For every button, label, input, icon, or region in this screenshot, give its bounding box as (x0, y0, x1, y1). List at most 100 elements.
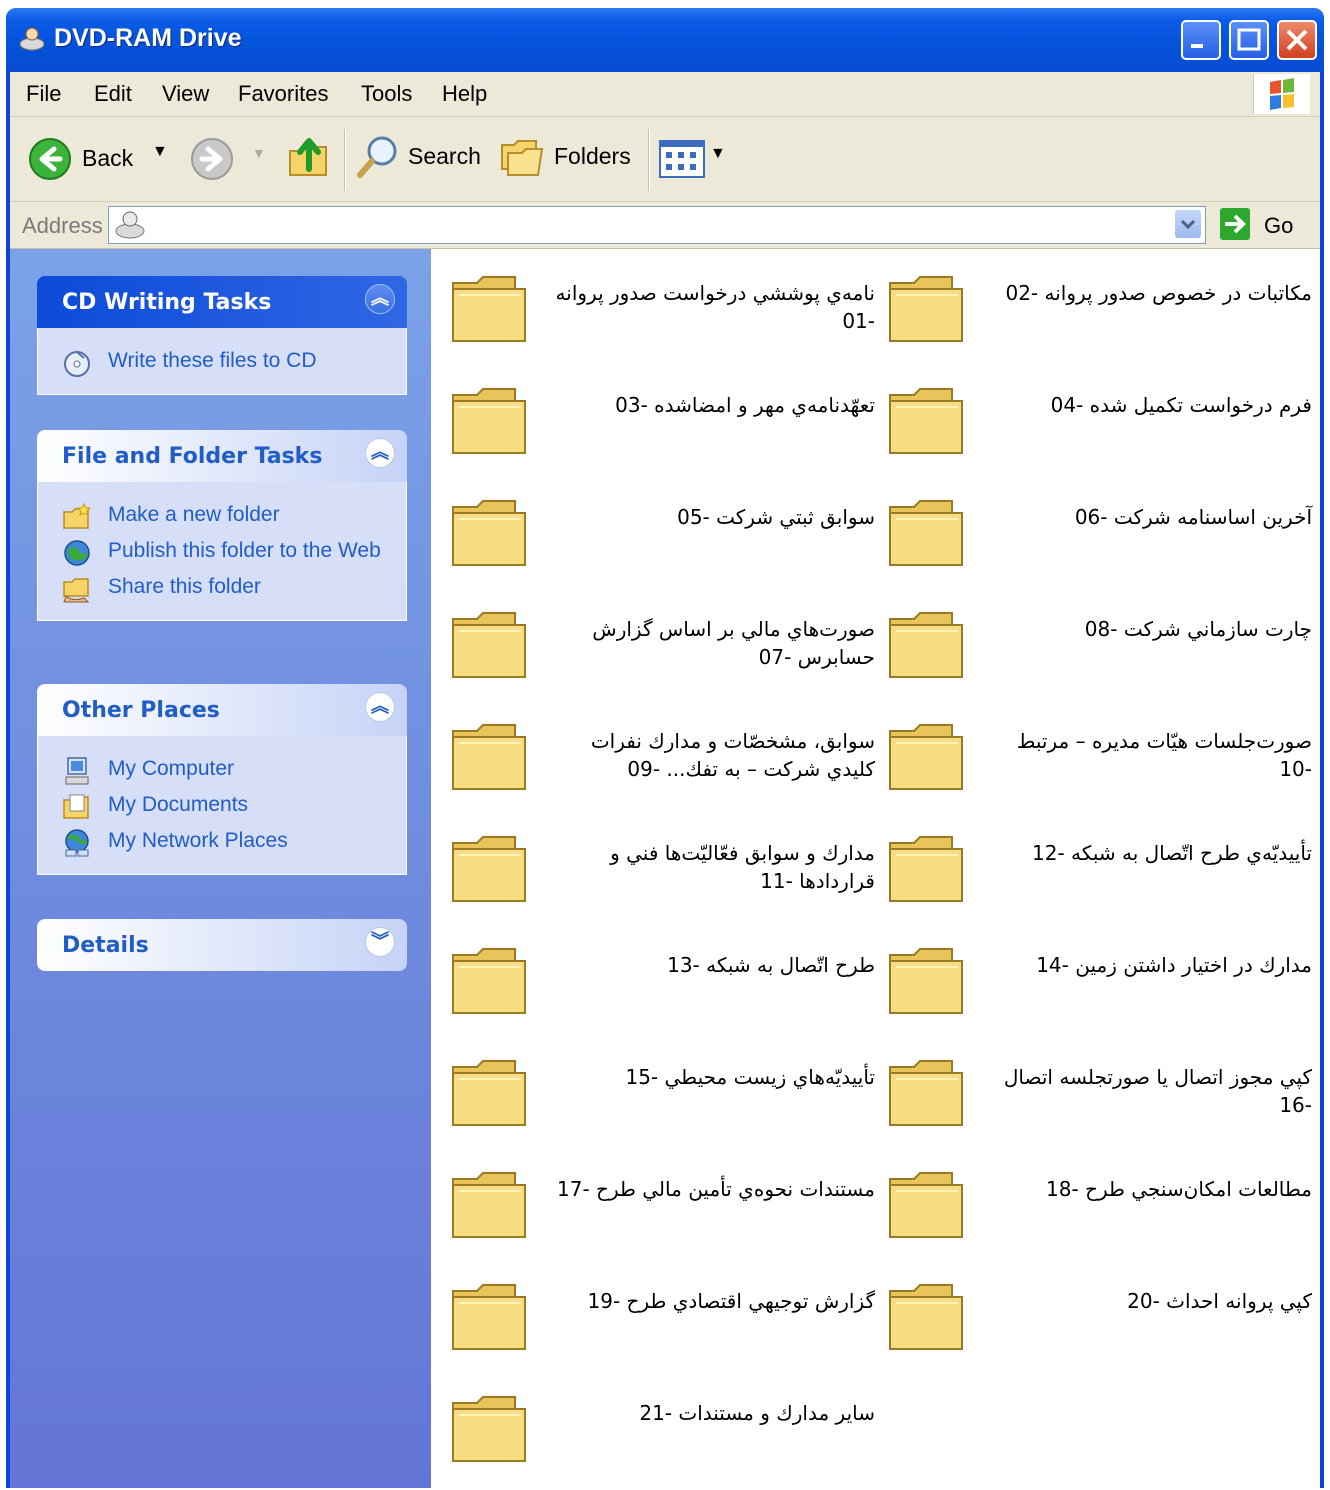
folders-button[interactable]: Folders (498, 133, 638, 183)
folder-item[interactable]: تأييديّه‌ي طرح اتّصال به شبكه -12 (886, 831, 1316, 921)
details-panel: Details ︾ (37, 919, 407, 971)
back-label: Back (82, 145, 134, 171)
content-area: CD Writing Tasks ︽ Write these files to … (10, 249, 1320, 1488)
my-network-places-label: My Network Places (108, 829, 288, 852)
standard-toolbar: Back ▼ ▼ Search Folders ▼ (10, 117, 1320, 202)
collapse-icon[interactable]: ︽ (365, 438, 395, 468)
cd-write-icon (64, 351, 90, 377)
folder-item[interactable]: تعهّدنامه‌ي مهر و امضاشده -03 (449, 383, 879, 473)
make-new-folder-link[interactable]: Make a new folder (38, 502, 406, 530)
folder-icon (452, 836, 526, 902)
folder-icon (452, 388, 526, 454)
folder-item[interactable]: تأييديّه‌هاي زيست محيطي -15 (449, 1055, 879, 1145)
windows-flag-icon (1270, 78, 1294, 110)
my-network-places-link[interactable]: My Network Places (38, 828, 406, 857)
forward-arrow-icon[interactable] (190, 137, 234, 181)
windows-logo (1253, 74, 1310, 114)
folder-name: مدارك و سوابق فعّاليّت‌ها فني و قرارداده… (610, 841, 875, 893)
folder-item[interactable]: كپي مجوز اتصال يا صورتجلسه اتصال -16 (886, 1055, 1316, 1145)
address-bar: Address Go (10, 202, 1320, 249)
make-new-folder-label: Make a new folder (108, 503, 280, 526)
share-folder-link[interactable]: Share this folder (38, 574, 406, 603)
up-folder-icon[interactable] (286, 135, 332, 181)
address-input[interactable] (108, 206, 1206, 244)
folder-icon (452, 1060, 526, 1126)
my-documents-icon (63, 794, 89, 819)
globe-publish-icon (64, 540, 90, 566)
task-pane: CD Writing Tasks ︽ Write these files to … (10, 249, 431, 1488)
search-button[interactable]: Search (354, 133, 484, 183)
folder-item[interactable]: صورت‌هاي مالي بر اساس گزارش حسابرس -07 (449, 607, 879, 697)
forward-dropdown-icon[interactable]: ▼ (252, 145, 266, 161)
folder-name: صورت‌هاي مالي بر اساس گزارش حسابرس -07 (592, 617, 875, 669)
folder-item[interactable]: سوابق، مشخصّات و مدارك نفرات كليدي شركت … (449, 719, 879, 809)
title-bar[interactable]: DVD-RAM Drive (6, 8, 1324, 72)
folder-item[interactable]: مدارك در اختيار داشتن زمين -14 (886, 943, 1316, 1033)
dvd-drive-icon (19, 27, 45, 51)
maximize-icon (1237, 28, 1261, 51)
go-button[interactable] (1220, 208, 1250, 240)
minimize-button[interactable] (1181, 20, 1221, 60)
other-places-header[interactable]: Other Places ︽ (37, 684, 407, 736)
my-documents-link[interactable]: My Documents (38, 792, 406, 820)
folder-item[interactable]: مستندات نحوه‌ي تأمين مالي طرح -17 (449, 1167, 879, 1257)
folder-icon (452, 612, 526, 678)
file-folder-tasks-header[interactable]: File and Folder Tasks ︽ (37, 430, 407, 482)
back-dropdown-icon[interactable]: ▼ (152, 143, 168, 161)
menu-file[interactable]: File (26, 81, 61, 107)
file-list-view: نامه‌ي پوششي درخواست صدور پروانه -01 مكا… (431, 249, 1320, 1488)
maximize-button[interactable] (1229, 20, 1269, 60)
window-title: DVD-RAM Drive (54, 24, 242, 52)
go-arrow-icon (1225, 214, 1246, 234)
folder-item[interactable]: طرح اتّصال به شبكه -13 (449, 943, 879, 1033)
collapse-icon[interactable]: ︽ (365, 284, 395, 314)
folder-icon (452, 500, 526, 566)
folder-item[interactable]: چارت سازماني شركت -08 (886, 607, 1316, 697)
views-button[interactable]: ▼ (658, 137, 728, 181)
menu-edit[interactable]: Edit (94, 81, 132, 107)
collapse-icon[interactable]: ︽ (365, 692, 395, 722)
expand-icon[interactable]: ︾ (365, 927, 395, 957)
folder-name: كپي پروانه احداث -20 (1127, 1289, 1312, 1313)
details-header[interactable]: Details ︾ (37, 919, 407, 971)
folder-item[interactable]: آخرين اساسنامه شركت -06 (886, 495, 1316, 585)
folder-item[interactable]: فرم درخواست تكميل شده -04 (886, 383, 1316, 473)
folder-item[interactable]: گزارش توجيهي اقتصادي طرح -19 (449, 1279, 879, 1369)
folder-icon (452, 1396, 526, 1462)
share-folder-icon (63, 578, 90, 603)
folder-item[interactable]: مكاتبات در خصوص صدور پروانه -02 (886, 271, 1316, 361)
folder-item[interactable]: مدارك و سوابق فعّاليّت‌ها فني و قرارداده… (449, 831, 879, 921)
back-button[interactable]: Back ▼ (28, 137, 178, 181)
menu-view[interactable]: View (162, 81, 209, 107)
folder-icon (452, 276, 526, 342)
menu-favorites[interactable]: Favorites (238, 81, 328, 107)
folder-name: تعهّدنامه‌ي مهر و امضاشده -03 (615, 393, 875, 417)
write-files-to-cd-label: Write these files to CD (108, 349, 317, 372)
folder-item[interactable]: نامه‌ي پوششي درخواست صدور پروانه -01 (449, 271, 879, 361)
close-button[interactable] (1277, 20, 1317, 60)
folder-item[interactable]: صورت‌جلسات هيّات مديره – مرتبط -10 (886, 719, 1316, 809)
folder-name: گزارش توجيهي اقتصادي طرح -19 (587, 1289, 875, 1313)
folder-item[interactable]: سوابق ثبتي شركت -05 (449, 495, 879, 585)
publish-folder-link[interactable]: Publish this folder to the Web (38, 538, 406, 566)
folder-item[interactable]: مطالعات امكان‌سنجي طرح -18 (886, 1167, 1316, 1257)
folder-icon (889, 500, 963, 566)
write-files-to-cd-link[interactable]: Write these files to CD (38, 348, 406, 377)
folder-item[interactable]: ساير مدارك و مستندات -21 (449, 1391, 879, 1481)
my-computer-link[interactable]: My Computer (38, 756, 406, 785)
address-dropdown-button[interactable] (1175, 210, 1201, 238)
folder-name: تأييديّه‌ي طرح اتّصال به شبكه -12 (1032, 841, 1312, 865)
cd-writing-tasks-header[interactable]: CD Writing Tasks ︽ (37, 276, 407, 328)
go-label[interactable]: Go (1264, 213, 1293, 239)
folders-icon (501, 140, 544, 176)
file-folder-tasks-title: File and Folder Tasks (62, 444, 323, 469)
menu-tools[interactable]: Tools (361, 81, 412, 107)
folder-icon (889, 1060, 963, 1126)
publish-folder-label: Publish this folder to the Web (108, 539, 381, 562)
window-client: File Edit View Favorites Tools Help Back… (10, 72, 1320, 1488)
folder-name: مستندات نحوه‌ي تأمين مالي طرح -17 (557, 1177, 875, 1201)
folder-item[interactable]: كپي پروانه احداث -20 (886, 1279, 1316, 1369)
menu-help[interactable]: Help (442, 81, 487, 107)
folder-icon (889, 388, 963, 454)
folder-name: مطالعات امكان‌سنجي طرح -18 (1046, 1177, 1312, 1201)
